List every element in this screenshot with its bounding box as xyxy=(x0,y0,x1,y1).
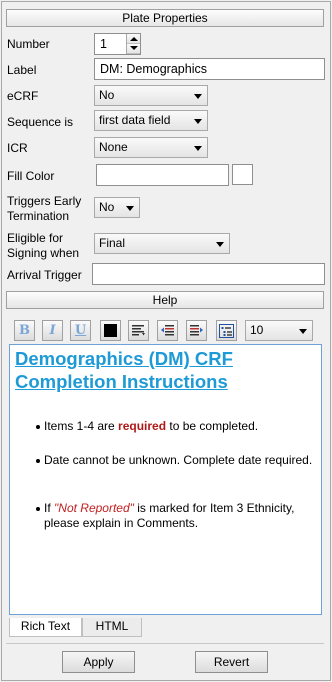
indent-button[interactable] xyxy=(186,320,207,341)
chevron-down-icon xyxy=(194,119,202,124)
underline-icon: U xyxy=(74,323,87,338)
sequence-select[interactable]: first data field xyxy=(94,110,208,131)
spinner-buttons xyxy=(126,34,140,54)
spinner-up-icon[interactable] xyxy=(127,34,140,44)
underline-button[interactable]: U xyxy=(70,320,91,341)
triggers-label-line1: Triggers Early xyxy=(7,194,82,208)
italic-icon: I xyxy=(49,323,56,338)
sequence-label: Sequence is xyxy=(7,115,74,129)
bullet3-not-reported: "Not Reported" xyxy=(54,501,134,515)
list-button[interactable] xyxy=(216,320,237,341)
number-value: 1 xyxy=(100,37,107,51)
bullet1-required: required xyxy=(118,419,167,433)
text-color-icon xyxy=(104,324,117,337)
outdent-button[interactable] xyxy=(157,320,178,341)
chevron-down-icon xyxy=(126,206,134,211)
italic-button[interactable]: I xyxy=(42,320,63,341)
chevron-down-icon xyxy=(194,94,202,99)
ecrf-label: eCRF xyxy=(7,89,39,103)
align-button[interactable] xyxy=(128,320,149,341)
fill-color-swatch[interactable] xyxy=(232,164,253,185)
label-input[interactable]: DM: Demographics xyxy=(94,58,325,80)
bullet1-text-end: to be completed. xyxy=(166,419,259,433)
outdent-icon xyxy=(161,325,174,336)
ecrf-value: No xyxy=(99,88,115,102)
number-label: Number xyxy=(7,37,50,51)
arrival-trigger-input[interactable] xyxy=(92,263,325,285)
help-editor[interactable]: Demographics (DM) CRF Completion Instruc… xyxy=(9,344,322,615)
bullet1-text: Items 1-4 are xyxy=(44,419,119,433)
help-bullet-3: If "Not Reported" is marked for Item 3 E… xyxy=(36,501,314,531)
font-size-value: 10 xyxy=(250,323,264,337)
plate-properties-header: Plate Properties xyxy=(6,9,324,27)
tab-html[interactable]: HTML xyxy=(82,618,142,637)
help-document-title: Demographics (DM) CRF Completion Instruc… xyxy=(15,348,233,392)
tab-rich-text[interactable]: Rich Text xyxy=(9,618,82,637)
apply-button[interactable]: Apply xyxy=(62,651,135,673)
triggers-early-termination-select[interactable]: No xyxy=(94,197,140,218)
chevron-down-icon xyxy=(194,146,202,151)
fill-color-label: Fill Color xyxy=(7,169,55,183)
eligible-signing-select[interactable]: Final xyxy=(94,233,230,254)
font-size-select[interactable]: 10 xyxy=(245,320,313,341)
chevron-down-icon xyxy=(216,242,224,247)
divider xyxy=(6,643,324,644)
help-bullet-2: Date cannot be unknown. Complete date re… xyxy=(36,453,313,467)
label-label: Label xyxy=(7,63,37,77)
ecrf-select[interactable]: No xyxy=(94,85,208,106)
chevron-down-icon xyxy=(299,329,307,334)
eligible-label-line1: Eligible for xyxy=(7,231,64,245)
number-spinner[interactable]: 1 xyxy=(94,33,141,55)
help-bullet-1: Items 1-4 are required to be completed. xyxy=(36,419,314,434)
align-left-icon xyxy=(132,325,145,336)
indent-icon xyxy=(190,325,203,336)
bullet3-text: If xyxy=(44,501,55,515)
eligible-label-line2: Signing when xyxy=(7,246,80,260)
revert-button[interactable]: Revert xyxy=(195,651,268,673)
triggers-value: No xyxy=(99,200,115,214)
text-color-button[interactable] xyxy=(100,320,121,341)
bold-icon: B xyxy=(19,323,30,338)
icr-select[interactable]: None xyxy=(94,137,208,158)
arrival-trigger-label: Arrival Trigger xyxy=(7,268,82,282)
icr-label: ICR xyxy=(7,141,28,155)
fill-color-input[interactable] xyxy=(96,164,229,186)
triggers-label-line2: Termination xyxy=(7,209,70,223)
sequence-value: first data field xyxy=(99,113,171,127)
bulleted-list-icon xyxy=(219,323,234,338)
icr-value: None xyxy=(99,140,128,154)
help-header: Help xyxy=(6,291,324,309)
bold-button[interactable]: B xyxy=(14,320,35,341)
spinner-down-icon[interactable] xyxy=(127,44,140,54)
eligible-value: Final xyxy=(99,236,126,250)
